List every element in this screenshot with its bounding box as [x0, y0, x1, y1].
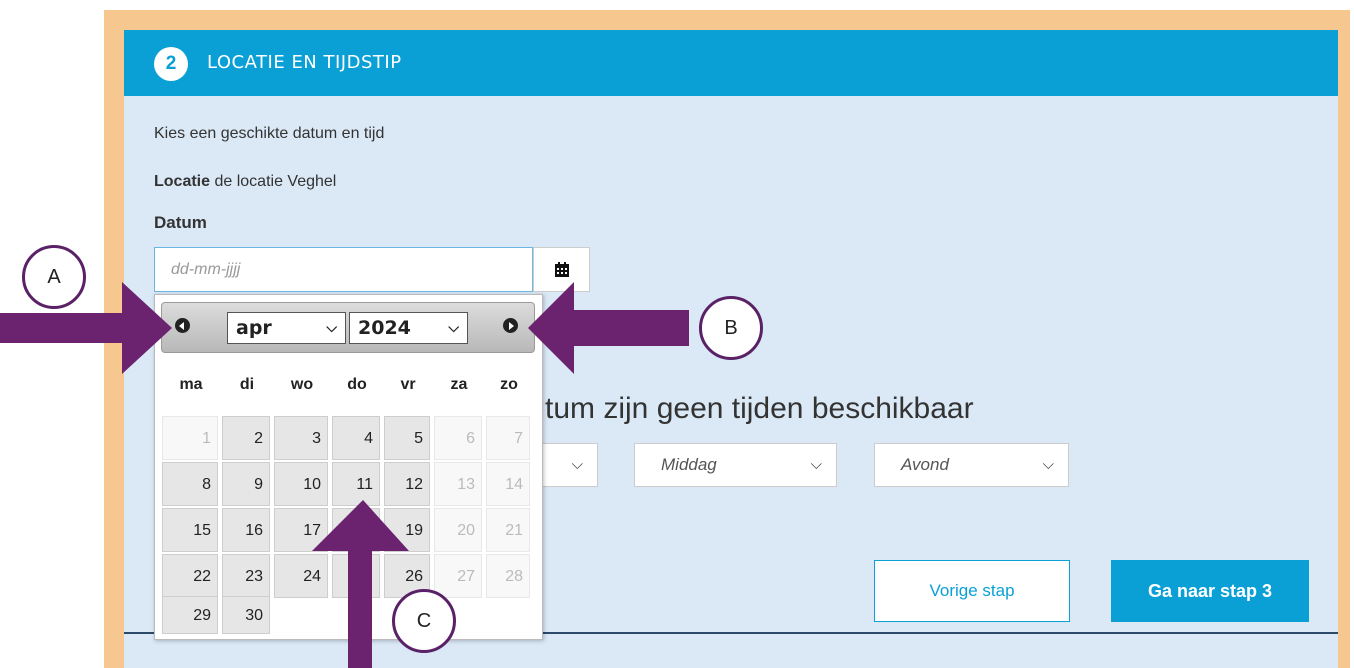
arrow-c [312, 500, 409, 668]
arrow-a [0, 282, 172, 374]
annotation-b: B [699, 296, 763, 360]
annotation-arrows [0, 282, 689, 668]
arrow-b [528, 282, 689, 374]
annotation-c: C [392, 589, 456, 653]
annotation-a: A [22, 245, 86, 309]
